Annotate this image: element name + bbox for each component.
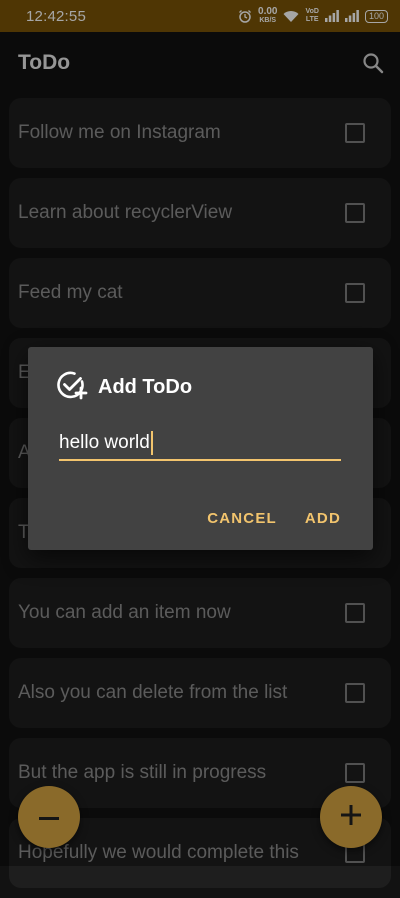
dialog-header: Add ToDo xyxy=(56,369,192,406)
minus-icon xyxy=(39,808,59,826)
todo-text-input-value: hello world xyxy=(59,432,150,453)
plus-icon xyxy=(341,804,361,830)
add-todo-dialog: Add ToDo hello world CANCEL ADD xyxy=(28,347,373,550)
remove-fab[interactable] xyxy=(18,786,80,848)
dialog-title: Add ToDo xyxy=(98,376,193,398)
add-fab[interactable] xyxy=(320,786,382,848)
todo-text-input[interactable]: hello world xyxy=(59,427,341,461)
cancel-button[interactable]: CANCEL xyxy=(207,510,277,527)
add-task-icon xyxy=(56,369,88,406)
add-button[interactable]: ADD xyxy=(305,510,341,527)
text-cursor xyxy=(150,431,153,455)
dialog-actions: CANCEL ADD xyxy=(207,510,341,527)
